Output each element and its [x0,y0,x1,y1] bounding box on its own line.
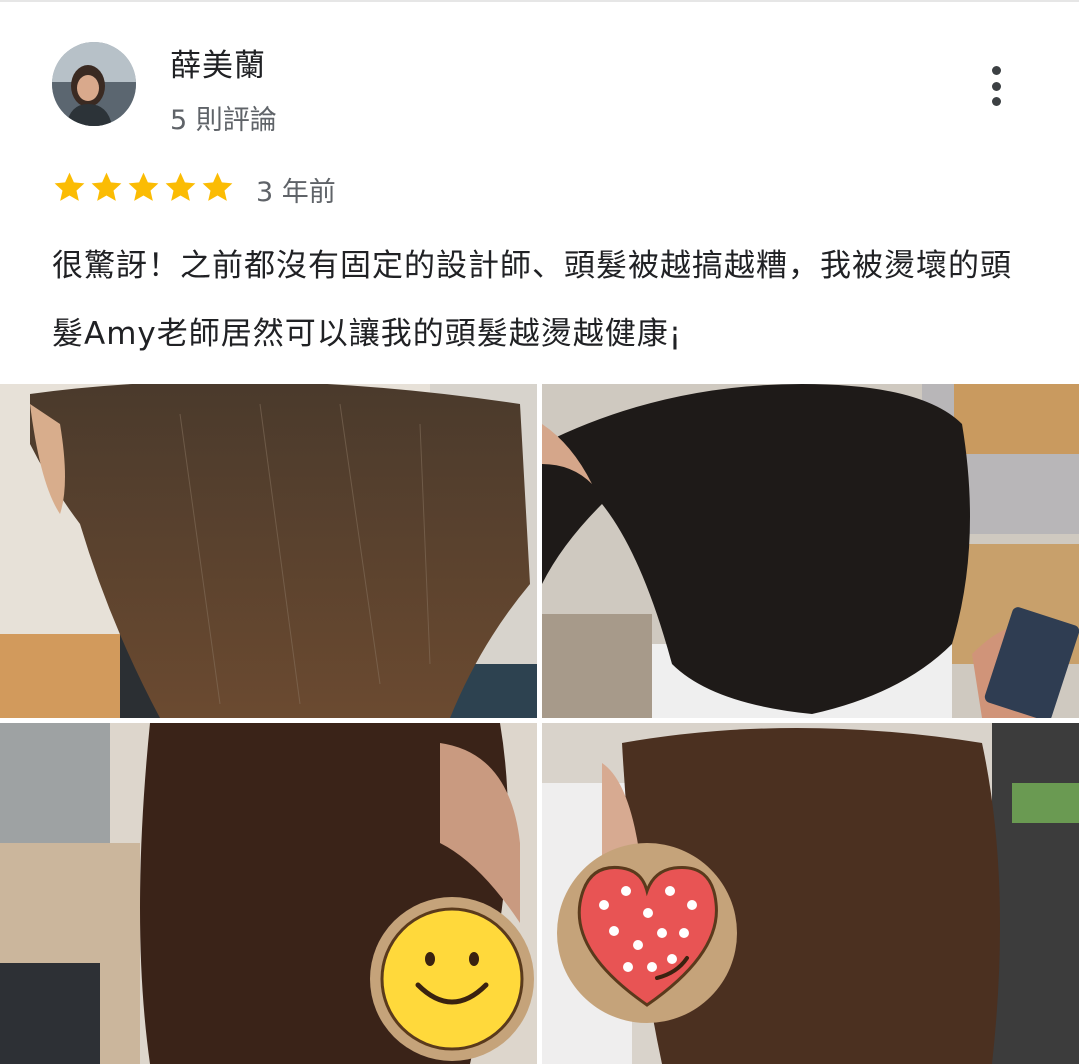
menu-dot [991,81,1001,91]
review-photo[interactable] [0,723,537,1064]
review-text: 很驚訝！之前都沒有固定的設計師、頭髮被越搞越糟，我被燙壞的頭髮Amy老師居然可以… [52,248,1012,352]
reviewer-name[interactable]: 薛美蘭 [170,40,266,85]
more-vert-icon[interactable] [976,62,1016,110]
menu-dot [991,97,1001,106]
photo-grid [0,384,1079,1064]
avatar-image [52,42,136,126]
star-icon [91,172,122,201]
hair-photo-icon [542,723,1079,1064]
star-icon [165,172,196,201]
star-icon [128,172,159,201]
review-count[interactable]: 5 則評論 [170,98,277,137]
review-photo[interactable] [0,384,537,718]
reviewer-avatar[interactable] [52,42,136,126]
hair-photo-icon [542,384,1079,718]
top-divider [0,0,1079,2]
review-photo[interactable] [542,384,1079,718]
review-photo[interactable] [542,723,1079,1064]
star-icon [54,172,85,201]
review-time: 3 年前 [256,177,336,208]
star-icon [202,172,233,201]
star-rating [52,170,235,205]
menu-dot [991,66,1001,75]
hair-photo-icon [0,384,537,718]
hair-photo-icon [0,723,537,1064]
